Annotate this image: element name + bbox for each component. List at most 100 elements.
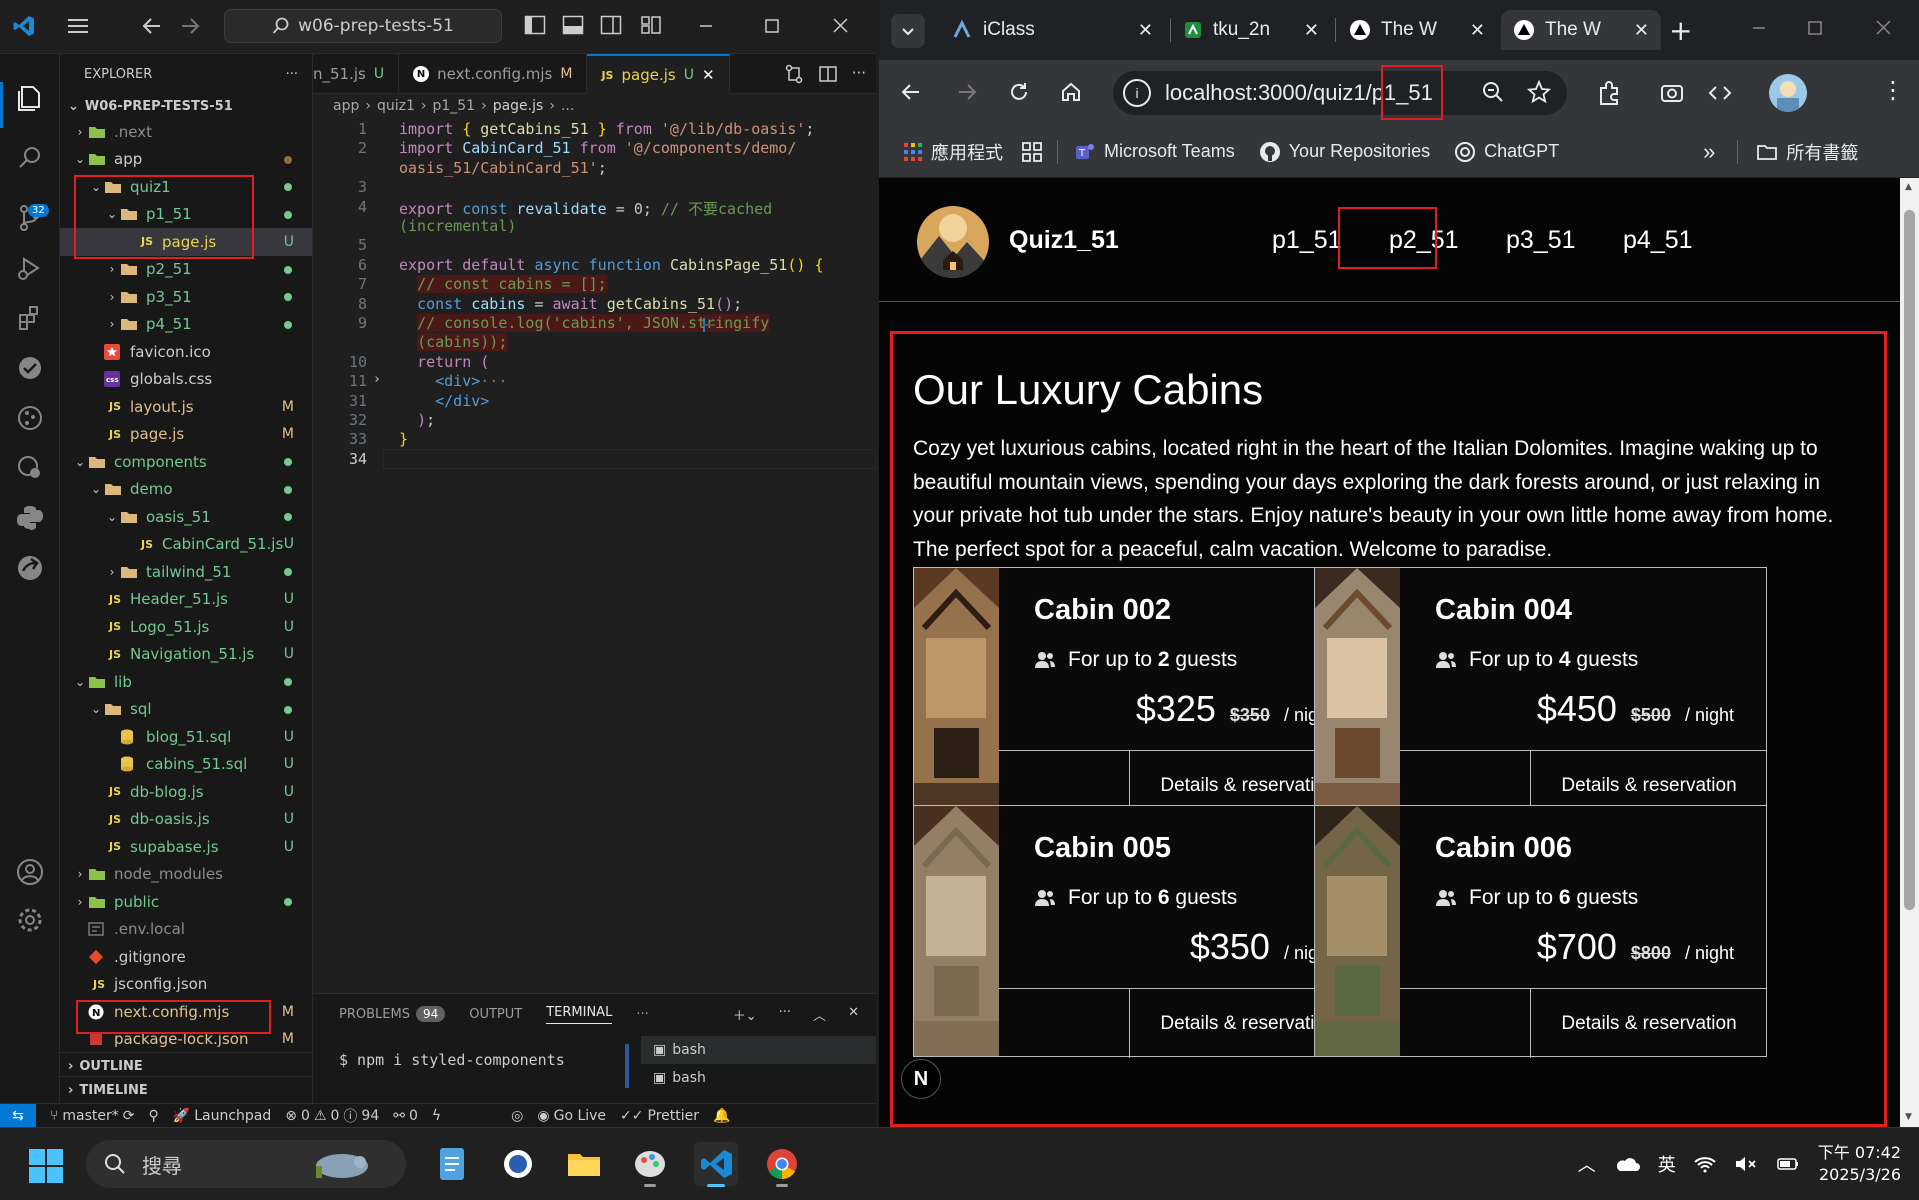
bell-icon[interactable]: 🔔 <box>713 1108 730 1124</box>
tree-item[interactable]: ⌄ lib <box>60 668 312 696</box>
nav-link-p4[interactable]: p4_51 <box>1623 226 1693 255</box>
code-line[interactable]: </div> <box>399 392 489 410</box>
code-line[interactable]: (cabins)); <box>399 333 508 352</box>
problems-status[interactable]: ⊗ 0 ⚠ 0 ⓘ 94 <box>285 1106 379 1126</box>
bookmarks-overflow-icon[interactable]: » <box>1703 139 1715 165</box>
tab-page-js[interactable]: JS page.js U ✕ <box>587 54 730 94</box>
tree-item[interactable]: .env.local <box>60 916 312 944</box>
new-terminal-icon[interactable]: ＋⌄ <box>733 1005 757 1024</box>
tab-next-config[interactable]: N next.config.mjs M <box>399 54 588 94</box>
account-icon[interactable] <box>12 854 48 890</box>
clock[interactable]: 下午 07:42 2025/3/26 <box>1818 1142 1901 1186</box>
back-arrow-icon[interactable] <box>140 14 164 38</box>
code-editor[interactable]: 1 import { getCabins_51 } from '@/lib/db-… <box>313 118 876 528</box>
tree-item[interactable]: JS layout.js M <box>60 393 312 421</box>
code-line[interactable]: const cabins = await getCabins_51(); <box>399 295 742 313</box>
timeline-section[interactable]: › TIMELINE <box>60 1076 313 1104</box>
tree-item[interactable]: JS supabase.js U <box>60 833 312 861</box>
tree-item[interactable]: blog_51.sql U <box>60 723 312 751</box>
zoom-icon[interactable] <box>1481 80 1505 104</box>
tree-item[interactable]: ⌄ sql <box>60 696 312 724</box>
tab-terminal[interactable]: TERMINAL <box>546 1005 613 1024</box>
maximize-icon[interactable] <box>752 12 792 40</box>
nav-link-p3[interactable]: p3_51 <box>1506 226 1576 255</box>
details-reservation-link[interactable]: Details & reservation <box>1530 989 1767 1058</box>
page-scrollbar[interactable]: ▲ ▼ <box>1900 178 1919 1127</box>
scroll-up-icon[interactable]: ▲ <box>1905 182 1912 192</box>
forward-arrow-icon[interactable] <box>178 14 202 38</box>
launchpad-status[interactable]: 🚀 Launchpad <box>173 1108 272 1124</box>
maximize-icon[interactable] <box>1795 14 1835 42</box>
bookmark-teams[interactable]: T Microsoft Teams <box>1074 141 1235 163</box>
code-line[interactable]: export default async function CabinsPage… <box>399 256 823 274</box>
back-arrow-icon[interactable] <box>899 80 923 104</box>
bookmark-github[interactable]: Your Repositories <box>1259 141 1430 163</box>
breadcrumb-item[interactable]: ... <box>561 98 574 114</box>
tray-overflow-icon[interactable]: ︿ <box>1578 1151 1596 1177</box>
breadcrumb-item[interactable]: app <box>333 98 359 114</box>
close-icon[interactable] <box>1863 14 1903 42</box>
bookmark-grid[interactable] <box>1021 141 1043 163</box>
toggle-panel-icon[interactable] <box>562 14 584 36</box>
copilot-icon[interactable]: ◎ <box>511 1108 523 1124</box>
onedrive-icon[interactable] <box>1614 1155 1640 1173</box>
nav-link-p1[interactable]: p1_51 <box>1272 226 1342 255</box>
bookmark-apps[interactable]: 應用程式 <box>903 139 1003 165</box>
code-line[interactable]: (incremental) <box>399 217 516 235</box>
tab-output[interactable]: OUTPUT <box>469 1007 522 1022</box>
tree-item[interactable]: package-lock.json M <box>60 1026 312 1054</box>
bookmark-star-icon[interactable] <box>1527 80 1551 104</box>
tree-item[interactable]: › node_modules <box>60 861 312 889</box>
tree-item[interactable]: Nnext.config.mjs M <box>60 998 312 1026</box>
tree-item[interactable]: JS Header_51.js U <box>60 586 312 614</box>
scrollbar-thumb[interactable] <box>1904 210 1915 910</box>
address-bar[interactable]: i localhost:3000/quiz1/p1_51 <box>1113 71 1567 115</box>
git-graph-icon[interactable] <box>12 400 48 436</box>
command-center-search[interactable]: w06-prep-tests-51 <box>224 9 502 43</box>
forward-arrow-icon[interactable] <box>955 80 979 104</box>
devtools-code-icon[interactable] <box>1707 80 1733 106</box>
chrome-tab[interactable]: The W ✕ <box>1337 10 1497 50</box>
tree-item[interactable]: JS CabinCard_51.js U <box>60 531 312 559</box>
tree-item[interactable]: › public <box>60 888 312 916</box>
nav-link-p2[interactable]: p2_51 <box>1389 226 1459 255</box>
code-line[interactable]: // const cabins = []; <box>399 275 607 294</box>
tree-item[interactable]: JS page.js U <box>60 228 312 256</box>
tab-close-icon[interactable]: ✕ <box>1304 20 1319 41</box>
ime-indicator[interactable]: 英 <box>1658 1151 1676 1177</box>
customize-layout-icon[interactable] <box>640 14 662 36</box>
tab-problems[interactable]: PROBLEMS 94 <box>339 1005 446 1022</box>
vpn-app-icon[interactable] <box>496 1142 540 1186</box>
tab-search-icon[interactable] <box>891 14 925 48</box>
tree-item[interactable]: JS db-oasis.js U <box>60 806 312 834</box>
code-line[interactable]: oasis_51/CabinCard_51'; <box>399 159 607 177</box>
panel-more-icon[interactable]: ··· <box>636 1007 648 1022</box>
scroll-down-icon[interactable]: ▼ <box>1905 1112 1912 1122</box>
screenshot-icon[interactable] <box>1659 80 1685 106</box>
windows-start-icon[interactable] <box>28 1148 64 1184</box>
tree-item[interactable]: JS jsconfig.json <box>60 971 312 999</box>
new-tab-icon[interactable]: + <box>1669 14 1692 47</box>
tree-item[interactable]: › tailwind_51 <box>60 558 312 586</box>
minimize-icon[interactable] <box>1739 14 1779 42</box>
tree-item[interactable]: ⌄ demo <box>60 476 312 504</box>
site-logo[interactable] <box>917 206 989 278</box>
home-icon[interactable] <box>1059 80 1083 104</box>
wifi-icon[interactable] <box>1694 1155 1716 1173</box>
chrome-menu-icon[interactable]: ⋮ <box>1881 76 1905 104</box>
compare-changes-icon[interactable] <box>784 64 804 84</box>
close-icon[interactable] <box>820 12 860 40</box>
chrome-tab[interactable]: iClass ✕ <box>939 10 1165 50</box>
tab-close-icon[interactable]: ✕ <box>1634 20 1649 41</box>
tab-close-icon[interactable]: ✕ <box>1138 20 1153 41</box>
tree-item[interactable]: ⌄ app <box>60 146 312 174</box>
menu-icon[interactable] <box>66 15 90 37</box>
tree-item[interactable]: › .next <box>60 118 312 146</box>
code-line[interactable]: <div>··· <box>399 372 507 390</box>
code-line[interactable]: return ( <box>399 353 489 371</box>
tab-close-icon[interactable]: ✕ <box>702 66 715 84</box>
fold-chevron-icon[interactable]: › <box>373 372 381 387</box>
bookmark-chatgpt[interactable]: ChatGPT <box>1454 141 1559 163</box>
code-line[interactable]: export const revalidate = 0; // 不要cached <box>399 198 772 219</box>
profile-avatar[interactable] <box>1769 74 1807 112</box>
